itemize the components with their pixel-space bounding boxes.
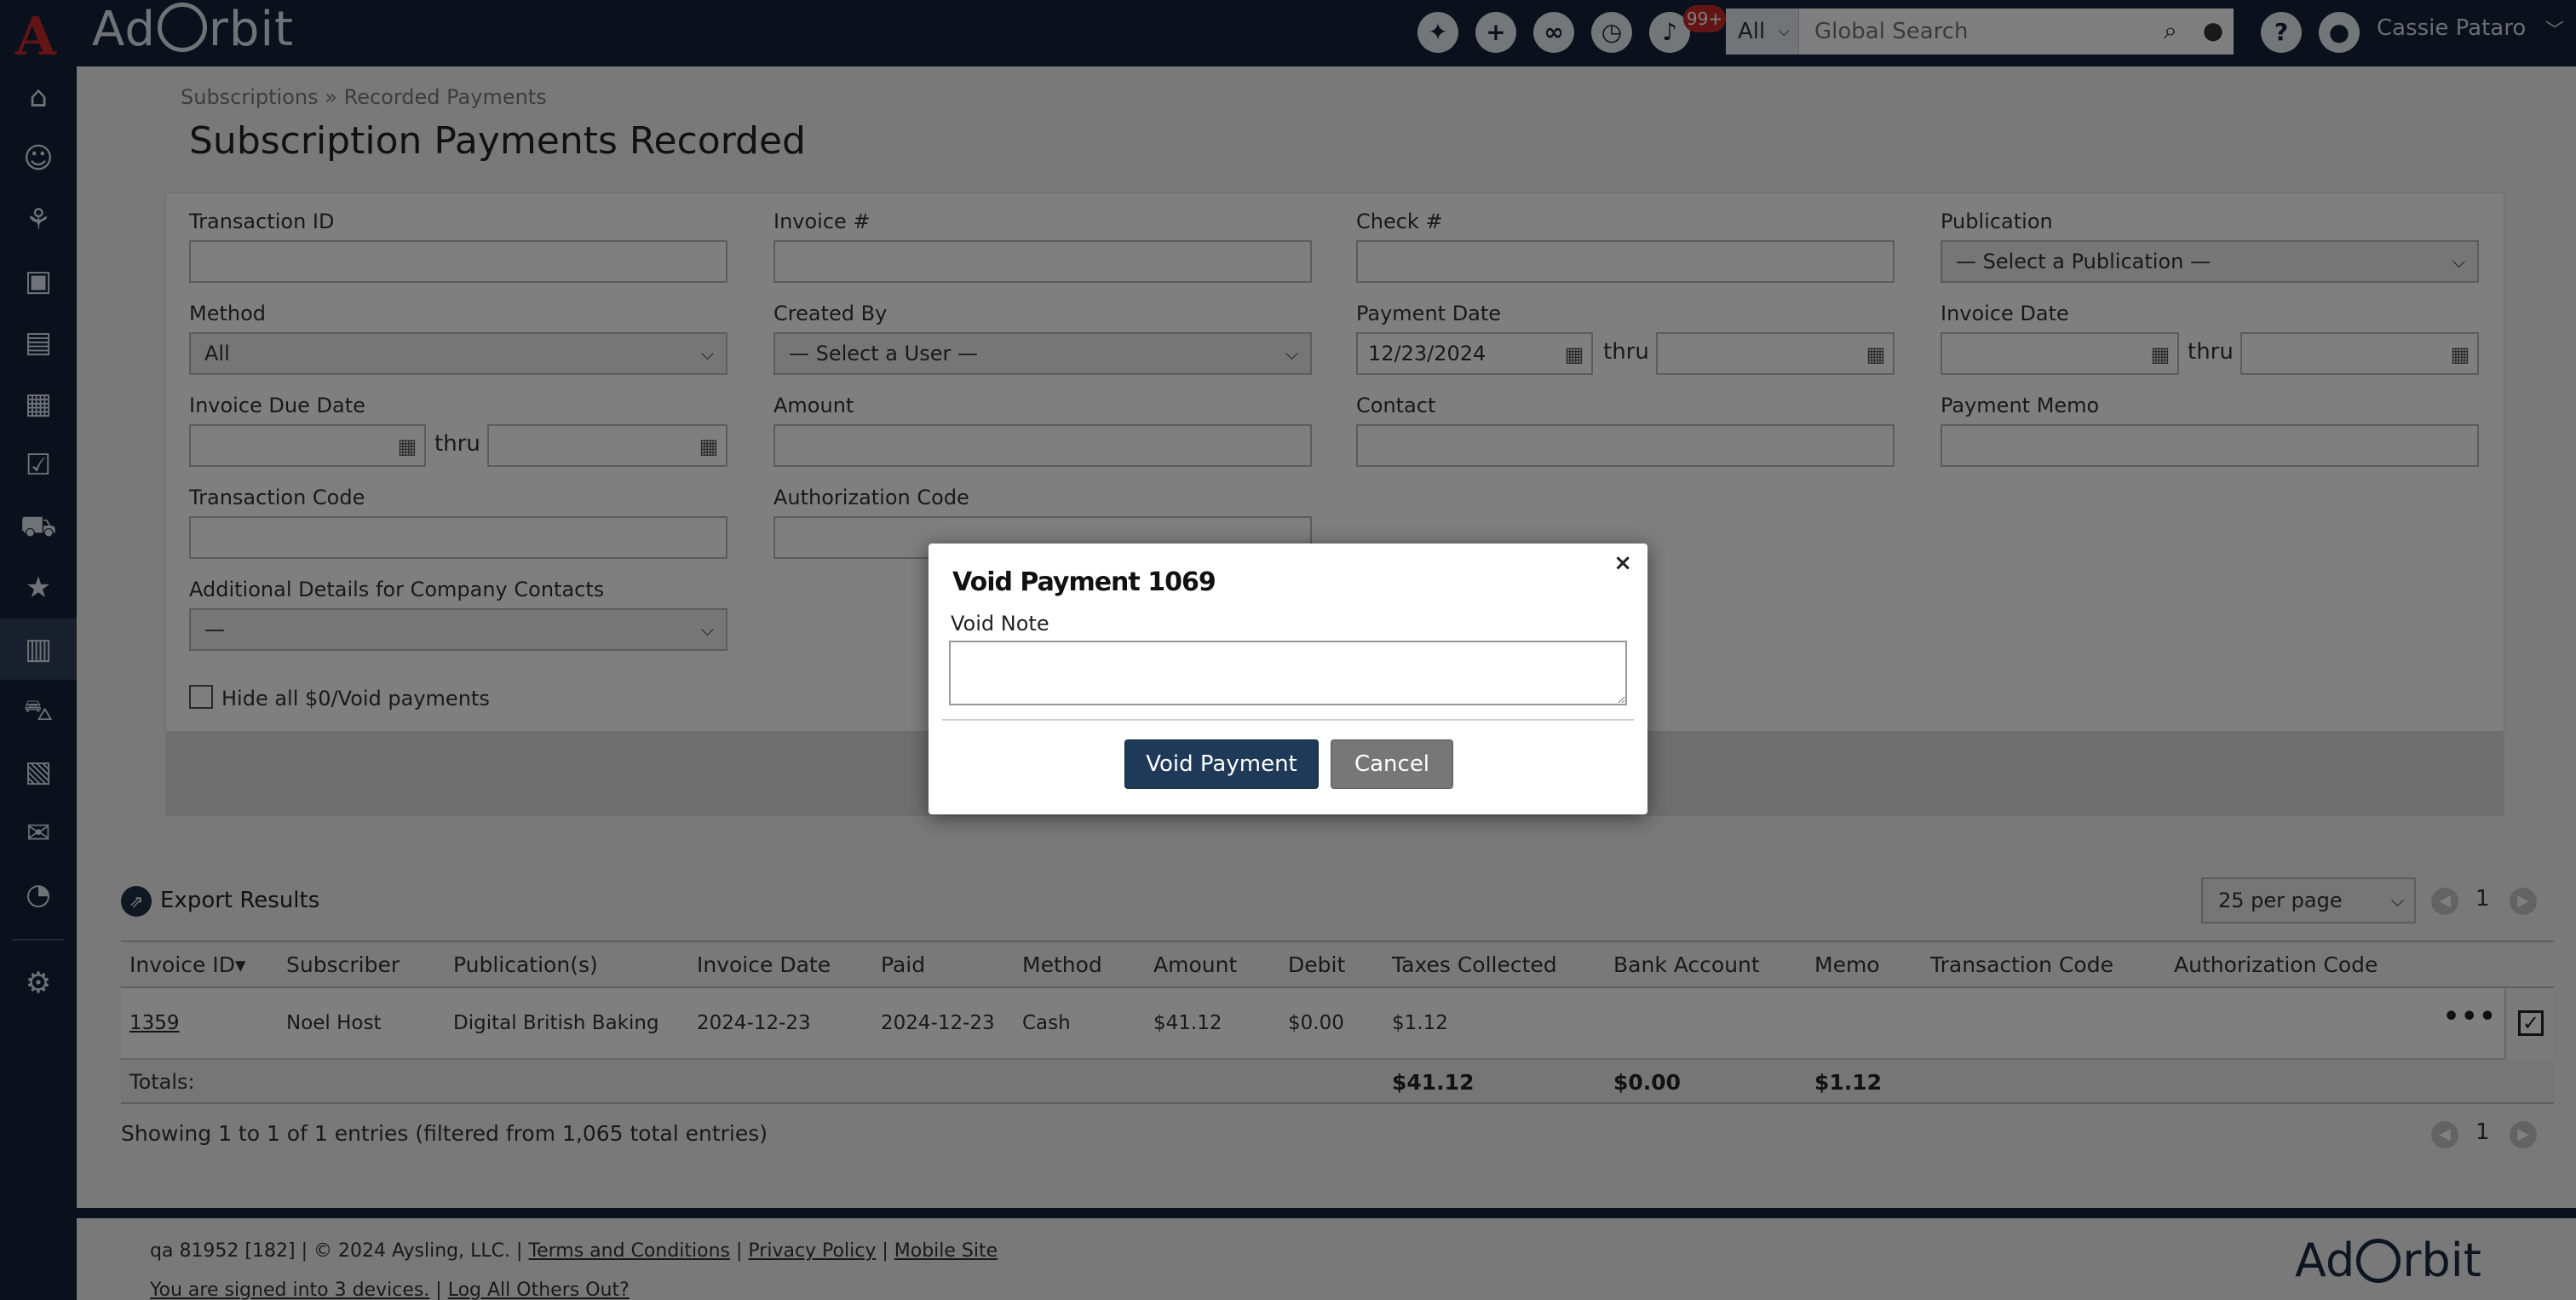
void-note-textarea[interactable]: [949, 641, 1627, 705]
dialog-divider: [942, 719, 1634, 721]
void-payment-dialog: × Void Payment 1069 Void Note Void Payme…: [929, 544, 1647, 814]
dialog-title: Void Payment 1069: [952, 567, 1216, 597]
void-payment-button[interactable]: Void Payment: [1124, 739, 1319, 789]
cancel-button[interactable]: Cancel: [1331, 739, 1453, 789]
close-icon[interactable]: ×: [1613, 550, 1632, 576]
void-note-label: Void Note: [951, 612, 1049, 636]
